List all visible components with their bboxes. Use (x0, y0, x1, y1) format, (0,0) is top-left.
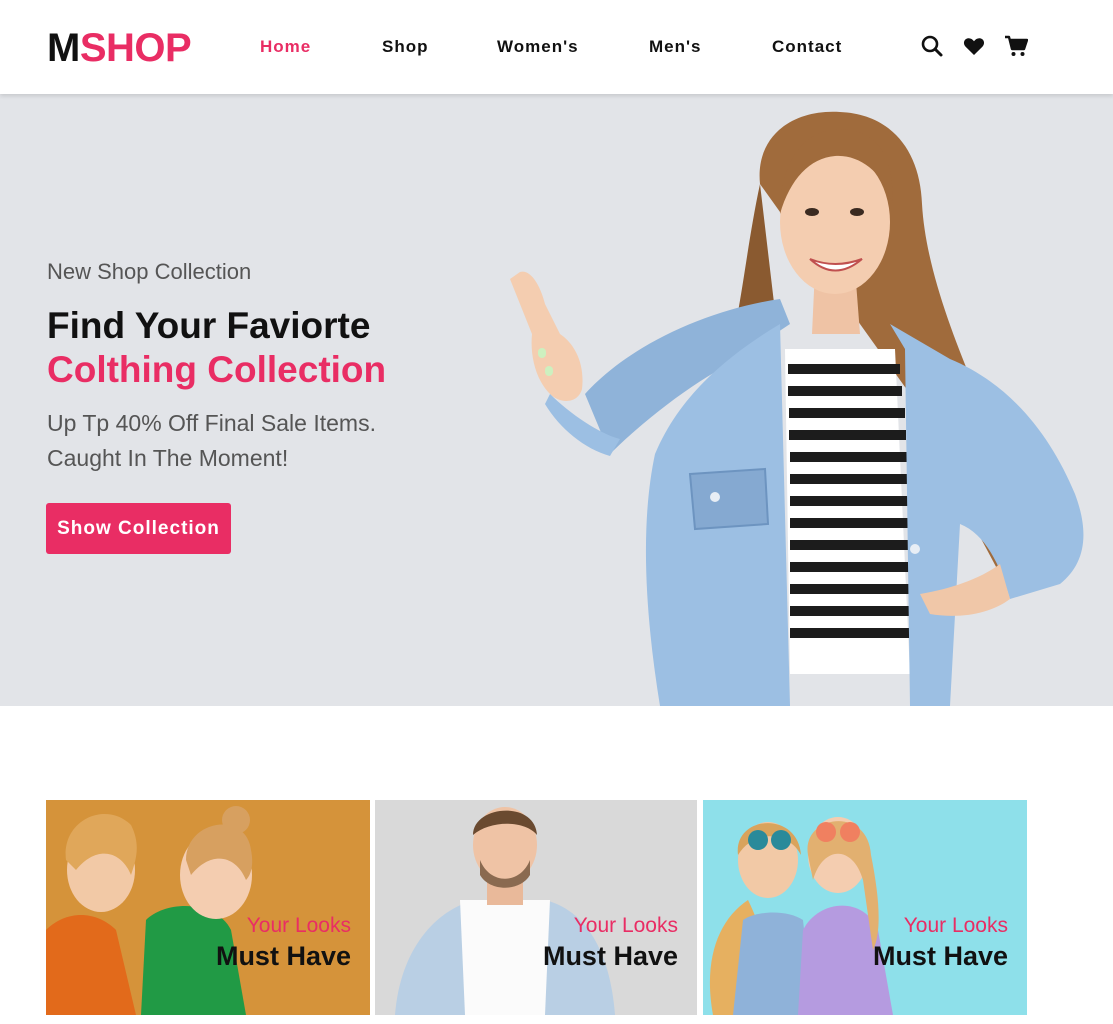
hero-title: Find Your Faviorte Colthing Collection (47, 304, 386, 392)
promo-image-man (375, 800, 697, 1015)
promo-card-kicker: Your Looks (903, 914, 1008, 937)
logo-shop: SHOP (79, 26, 192, 70)
nav-womens[interactable]: Women's (497, 37, 579, 57)
show-collection-button[interactable]: Show Collection (46, 503, 231, 554)
promo-card-title: Must Have (872, 941, 1008, 971)
promo-cards: Your Looks Must Have Your Looks Must Hav… (46, 800, 1027, 1015)
hero-title-line1: Find Your Faviorte (47, 305, 371, 346)
logo-m: M (47, 26, 80, 70)
hero-description: Up Tp 40% Off Final Sale Items. Caught I… (47, 406, 467, 476)
promo-card[interactable]: Your Looks Must Have (46, 800, 370, 1015)
hero-banner: New Shop Collection Find Your Faviorte C… (0, 94, 1113, 706)
hero-title-line2: Colthing Collection (47, 349, 387, 390)
hero-desc-line2: Caught In The Moment! (47, 445, 289, 471)
promo-image-friends (46, 800, 370, 1015)
site-header: MSHOP Home Shop Women's Men's Contact (0, 0, 1113, 94)
nav-shop[interactable]: Shop (382, 37, 429, 57)
promo-image-girls (703, 800, 1027, 1015)
nav-mens[interactable]: Men's (649, 37, 702, 57)
promo-card-title: Must Have (542, 941, 678, 971)
promo-card-title: Must Have (215, 941, 351, 971)
hero-desc-line1: Up Tp 40% Off Final Sale Items. (47, 410, 376, 436)
heart-icon[interactable] (962, 34, 986, 58)
nav-home[interactable]: Home (260, 37, 311, 57)
promo-card-kicker: Your Looks (573, 914, 678, 937)
nav-contact[interactable]: Contact (772, 37, 842, 57)
promo-card[interactable]: Your Looks Must Have (703, 800, 1027, 1015)
promo-card[interactable]: Your Looks Must Have (375, 800, 697, 1015)
logo[interactable]: MSHOP (47, 26, 192, 70)
cart-icon[interactable] (1004, 34, 1028, 58)
promo-card-kicker: Your Looks (246, 914, 351, 937)
hero-subtitle: New Shop Collection (47, 259, 252, 284)
hero-model-image (510, 111, 1084, 706)
search-icon[interactable] (920, 34, 944, 58)
